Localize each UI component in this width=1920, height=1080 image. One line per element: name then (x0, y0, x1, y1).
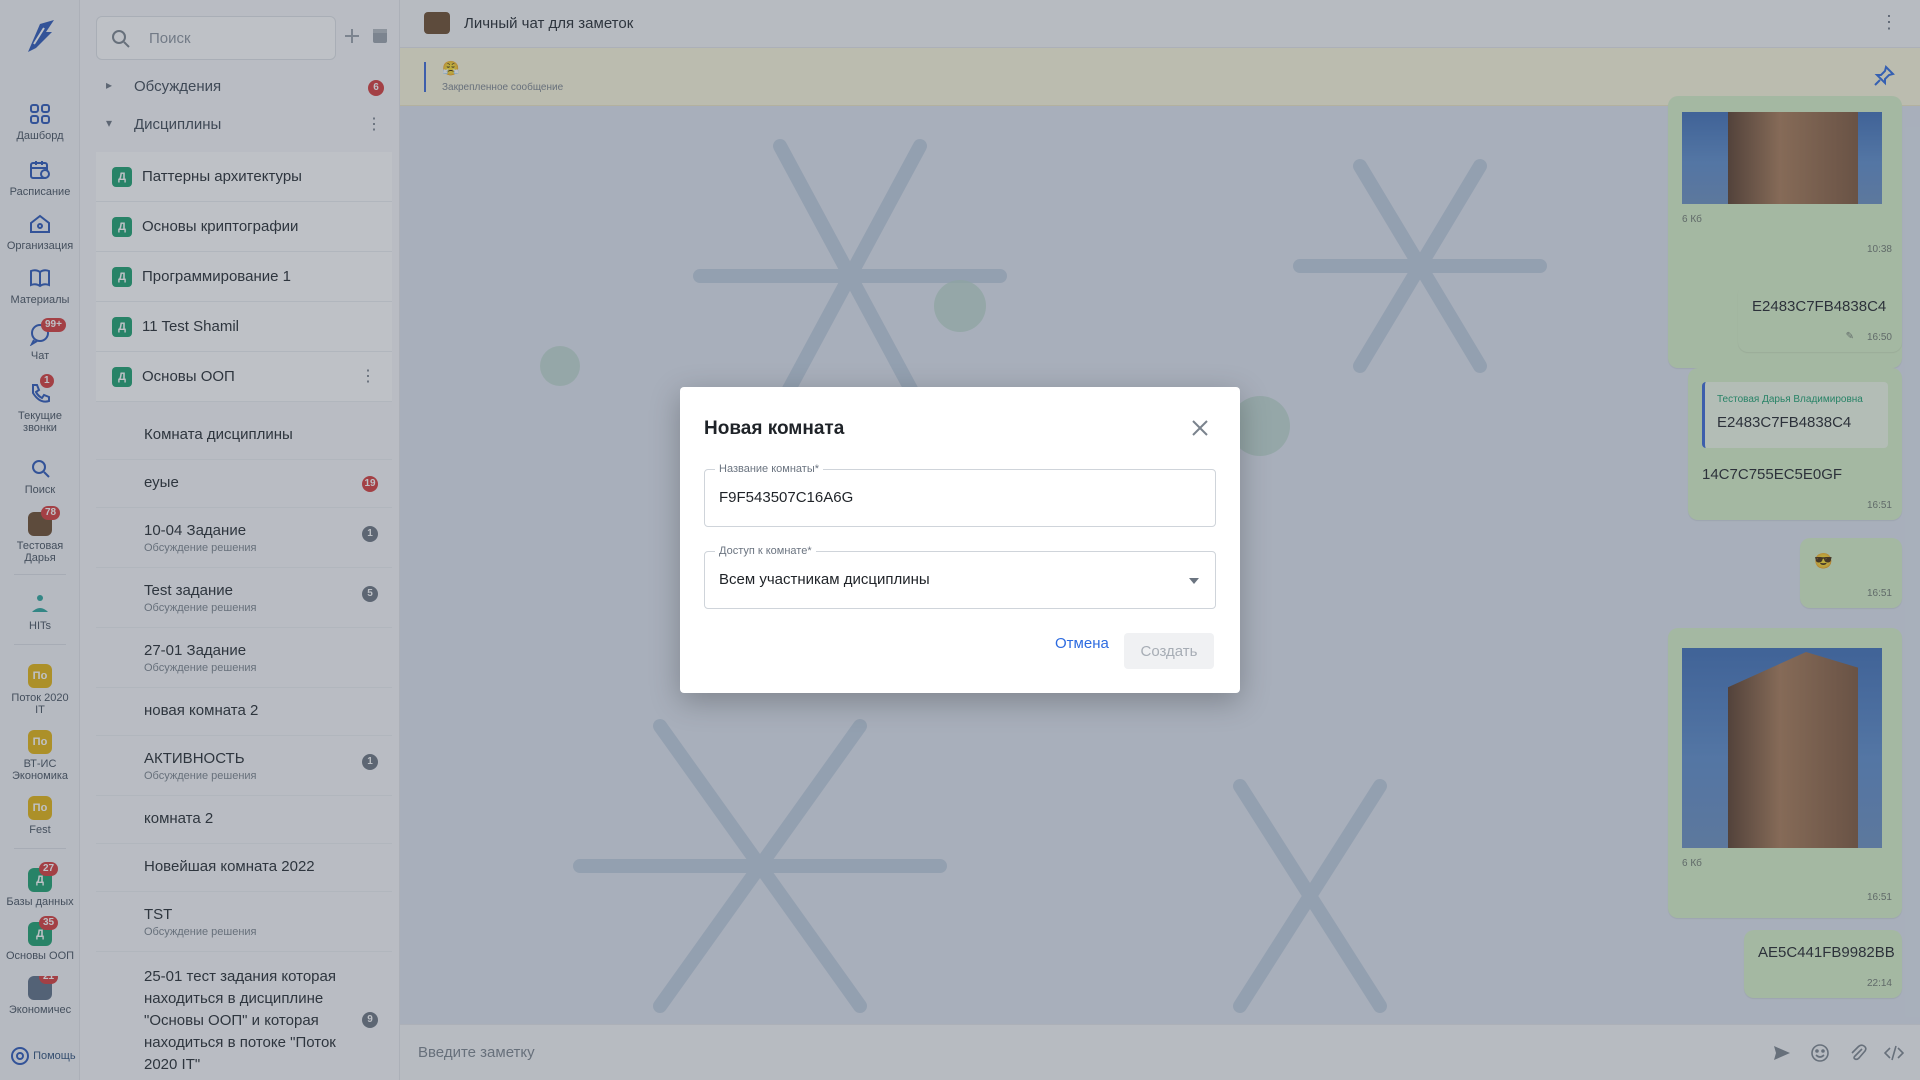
access-selected-value: Всем участникам дисциплины (719, 571, 930, 588)
room-name-field[interactable]: Название комнаты* F9F543507C16A6G (704, 463, 1216, 527)
room-access-select[interactable]: Доступ к комнате* Всем участникам дисцип… (704, 545, 1216, 609)
create-button[interactable]: Создать (1124, 633, 1214, 669)
chevron-down-icon (1189, 578, 1199, 584)
close-icon[interactable] (1190, 418, 1210, 438)
dialog-title: Новая комната (704, 418, 845, 439)
room-name-input[interactable]: F9F543507C16A6G (719, 489, 853, 506)
cancel-button[interactable]: Отмена (1055, 635, 1109, 652)
new-room-dialog: Новая комната Название комнаты* F9F54350… (680, 387, 1240, 693)
field-label: Название комнаты* (715, 463, 824, 475)
field-label: Доступ к комнате* (715, 545, 816, 557)
